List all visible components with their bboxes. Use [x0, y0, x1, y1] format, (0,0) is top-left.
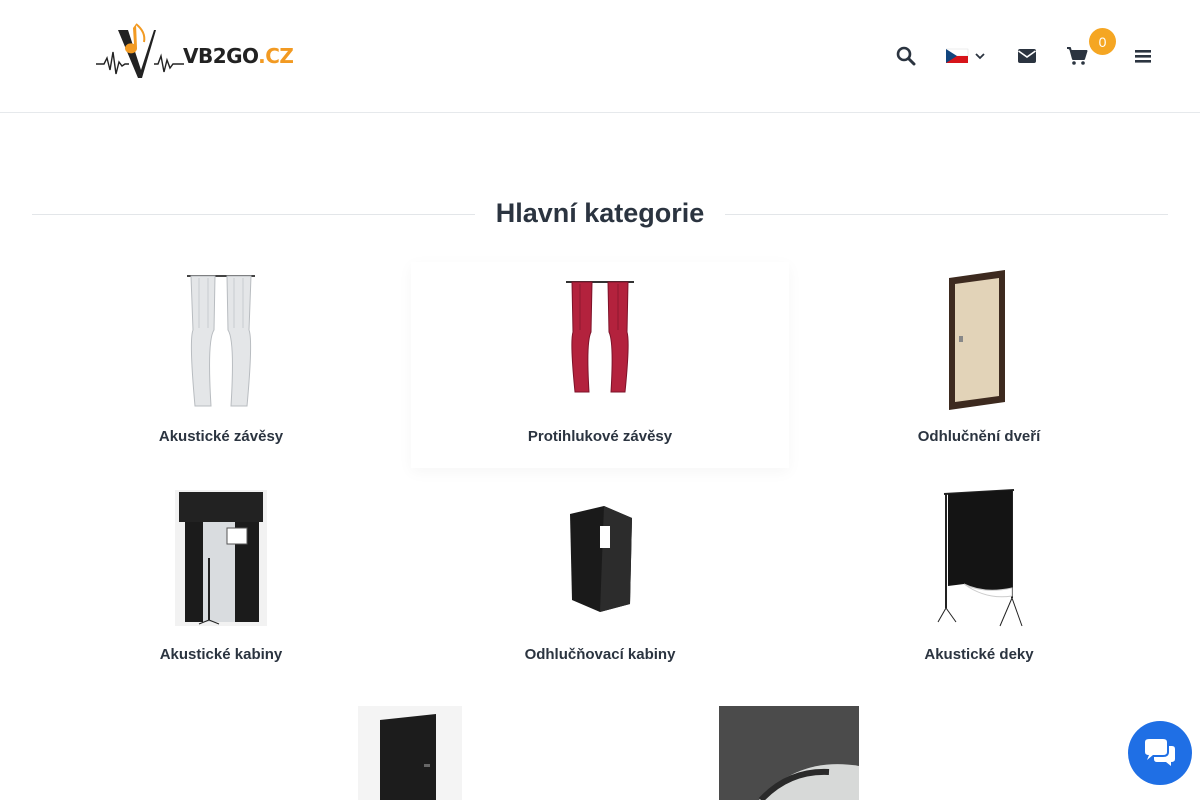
category-card-akusticke-kabiny[interactable]: Akustické kabiny: [32, 488, 410, 663]
logo-mark: [96, 23, 184, 78]
cart-count-badge: 0: [1089, 28, 1116, 55]
hamburger-menu-icon[interactable]: [1131, 44, 1155, 68]
category-label: Odhlučnění dveří: [917, 428, 1041, 445]
logo[interactable]: VB2GO.CZ: [96, 22, 294, 82]
chat-bubbles-icon: [1145, 739, 1175, 766]
category-card-odhlucneni-dveri[interactable]: Odhlučnění dveří: [790, 270, 1168, 445]
page-title: Hlavní kategorie: [32, 198, 1168, 229]
category-label: Akustické kabiny: [159, 646, 283, 663]
category-card-odhlucnovaci-kabiny[interactable]: Odhlučňovací kabiny: [411, 488, 789, 663]
black-door-panel-image: [358, 706, 462, 800]
category-card-akusticke-deky[interactable]: Akustické deky: [790, 488, 1168, 663]
category-label: Akustické závěsy: [158, 428, 284, 445]
red-curtains-image: [566, 281, 634, 393]
czech-flag-icon: [946, 48, 985, 63]
category-card-row3-right[interactable]: [600, 706, 978, 800]
section-title-text: Hlavní kategorie: [475, 198, 725, 228]
cart-icon[interactable]: [1065, 44, 1089, 68]
category-label: Protihlukové závěsy: [527, 428, 673, 445]
category-label: Akustické deky: [924, 646, 1034, 663]
category-card-protihlukove-zavesy[interactable]: Protihlukové závěsy: [411, 262, 789, 468]
white-curtains-image: [187, 275, 255, 407]
site-header: VB2GO.CZ 0: [0, 0, 1200, 113]
chat-button[interactable]: [1128, 721, 1192, 785]
category-card-akusticke-zavesy[interactable]: Akustické závěsy: [32, 270, 410, 445]
envelope-icon[interactable]: [1015, 44, 1039, 68]
logo-text: VB2GO.CZ: [183, 44, 294, 68]
section-heading: Hlavní kategorie: [32, 190, 1168, 238]
vocal-booth-image: [175, 490, 267, 626]
portable-booth-image: [570, 506, 632, 612]
acoustic-blanket-stand-image: [937, 489, 1023, 627]
door-image: [949, 270, 1005, 410]
logo-tld: .CZ: [258, 44, 294, 68]
logo-brand: VB2GO: [183, 44, 259, 68]
search-icon[interactable]: [894, 44, 918, 68]
category-label: Odhlučňovací kabiny: [524, 646, 676, 663]
acoustic-roll-image: [719, 706, 859, 800]
category-card-row3-left[interactable]: [221, 706, 599, 800]
language-selector[interactable]: [946, 44, 986, 68]
